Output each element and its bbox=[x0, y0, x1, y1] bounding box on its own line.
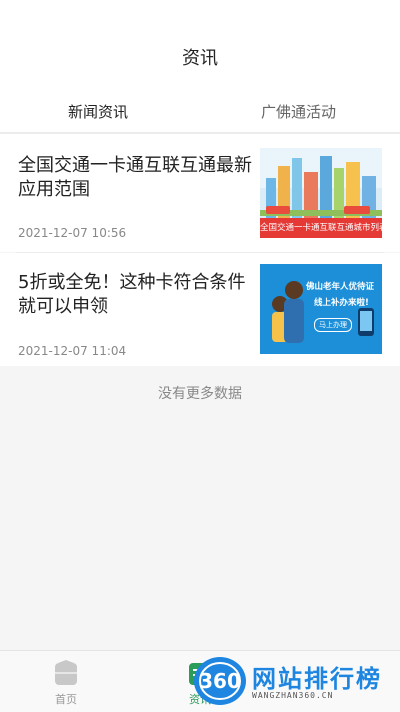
thumbnail-badge: 马上办理 bbox=[314, 318, 352, 332]
nav-item-home[interactable]: 首页 bbox=[26, 651, 106, 712]
article-thumbnail: 全国交通一卡通互联互通城市列表 bbox=[260, 148, 382, 238]
watermark-title: 网站排行榜 bbox=[252, 665, 382, 693]
article-title: 5折或全免！这种卡符合条件就可以申领 bbox=[18, 272, 246, 317]
nav-label-home: 首页 bbox=[55, 693, 77, 706]
article-thumbnail: 佛山老年人优待证 线上补办来啦! 马上办理 bbox=[260, 264, 382, 354]
page-title: 资讯 bbox=[182, 48, 218, 69]
watermark-subtitle: WANGZHAN360.CN bbox=[252, 691, 334, 700]
thumbnail-caption-line1: 佛山老年人优待证 bbox=[306, 282, 375, 292]
article-item[interactable]: 5折或全免！这种卡符合条件就可以申领 2021-12-07 11:04 佛山老年… bbox=[0, 253, 400, 366]
article-title: 全国交通一卡通互联互通最新应用范围 bbox=[18, 155, 252, 200]
article-date: 2021-12-07 10:56 bbox=[18, 226, 127, 240]
watermark-logo-icon: 360 bbox=[194, 657, 246, 705]
thumbnail-caption-line2: 线上补办来啦! bbox=[314, 298, 369, 308]
list-end-text: 没有更多数据 bbox=[158, 386, 242, 402]
app-header: 资讯 新闻资讯 广佛通活动 bbox=[0, 0, 400, 134]
svg-text:360: 360 bbox=[199, 669, 241, 693]
tab-news[interactable]: 新闻资讯 bbox=[68, 101, 128, 122]
article-date: 2021-12-07 11:04 bbox=[18, 344, 127, 358]
article-item[interactable]: 全国交通一卡通互联互通最新应用范围 2021-12-07 10:56 全国交通一… bbox=[0, 134, 400, 252]
thumbnail-caption: 全国交通一卡通互联互通城市列表 bbox=[260, 223, 382, 233]
watermark: 360 网站排行榜 WANGZHAN360.CN bbox=[190, 653, 400, 709]
home-icon bbox=[55, 660, 77, 685]
tab-guangfotong-activity[interactable]: 广佛通活动 bbox=[261, 101, 336, 122]
